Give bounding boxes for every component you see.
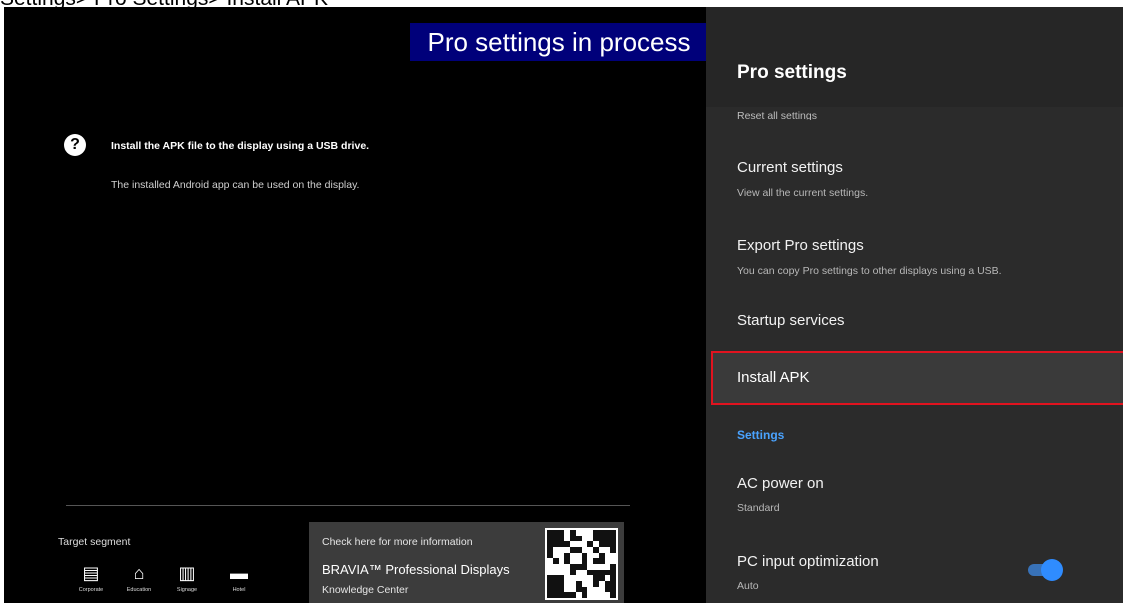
menu-item-title: AC power on xyxy=(737,475,824,492)
menu-item-title: PC input optimization xyxy=(737,553,879,570)
menu-item-install-apk[interactable]: Install APK xyxy=(711,351,1123,405)
pro-settings-panel: Pro settings Reset all settings Current … xyxy=(706,7,1123,603)
segment-label: Education xyxy=(126,587,152,593)
menu-item-title: Reset all settings xyxy=(737,110,817,120)
qr-code xyxy=(545,528,618,600)
segment-education: ⌂ Education xyxy=(114,563,164,593)
menu-item-subtitle: Standard xyxy=(737,502,780,514)
tv-screen: Pro settings in process ? Install the AP… xyxy=(4,7,1123,603)
info-title: BRAVIA™ Professional Displays xyxy=(322,562,510,577)
target-segment-label: Target segment xyxy=(58,536,131,548)
menu-item-title: Export Pro settings xyxy=(737,237,864,254)
menu-item-subtitle: You can copy Pro settings to other displ… xyxy=(737,265,1002,277)
segment-signage: ▥ Signage xyxy=(162,563,212,593)
segment-label: Hotel xyxy=(232,587,246,593)
menu-item-subtitle: Auto xyxy=(737,580,759,592)
menu-item-current-settings[interactable]: Current settings View all the current se… xyxy=(706,147,1123,211)
store-icon: ▥ xyxy=(178,563,196,583)
menu-item-subtitle: View all the current settings. xyxy=(737,187,869,199)
menu-item-ac-power-on[interactable]: AC power on Standard xyxy=(706,463,1123,527)
panel-header: Pro settings xyxy=(706,7,1123,107)
segment-label: Corporate xyxy=(78,587,104,593)
segment-hotel: ▬ Hotel xyxy=(214,563,264,593)
menu-item-title: Current settings xyxy=(737,159,843,176)
menu-item-title: Install APK xyxy=(737,369,810,386)
menu-item-reset-all-settings[interactable]: Reset all settings xyxy=(737,108,1117,120)
info-heading: Check here for more information xyxy=(322,536,473,548)
help-title: Install the APK file to the display usin… xyxy=(111,140,370,152)
info-box: Check here for more information BRAVIA™ … xyxy=(309,522,624,603)
segment-label: Signage xyxy=(176,587,198,593)
status-banner: Pro settings in process xyxy=(410,23,708,61)
segment-corporate: ▤ Corporate xyxy=(66,563,116,593)
menu-item-title: Startup services xyxy=(737,312,845,329)
info-subtitle: Knowledge Center xyxy=(322,584,409,596)
bed-icon: ▬ xyxy=(230,563,248,583)
help-subtitle: The installed Android app can be used on… xyxy=(111,179,360,191)
menu-item-export-pro-settings[interactable]: Export Pro settings You can copy Pro set… xyxy=(706,225,1123,289)
building-icon: ▤ xyxy=(82,563,100,583)
panel-title: Pro settings xyxy=(737,62,847,83)
pc-input-optimization-toggle[interactable] xyxy=(1026,559,1063,581)
question-circle-icon: ? xyxy=(64,134,86,156)
section-header-settings: Settings xyxy=(737,428,785,442)
toggle-knob xyxy=(1041,559,1063,581)
menu-item-startup-services[interactable]: Startup services xyxy=(706,303,1123,343)
divider xyxy=(66,505,630,506)
graduation-cap-icon: ⌂ xyxy=(133,563,145,583)
